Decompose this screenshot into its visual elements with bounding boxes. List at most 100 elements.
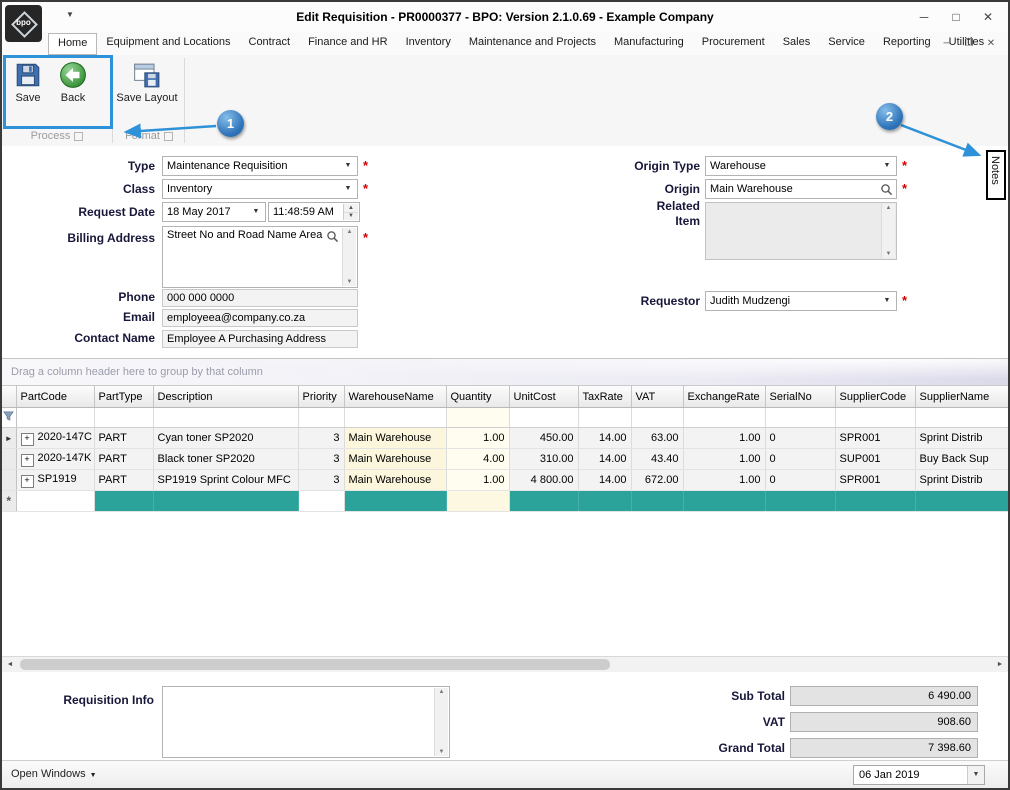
billing-address-field[interactable]: Street No and Road Name Area ▲ ▼ <box>162 226 358 288</box>
cell-priority[interactable]: 3 <box>298 449 344 470</box>
tab-finance-and-hr[interactable]: Finance and HR <box>299 32 397 55</box>
cell-description[interactable] <box>153 491 298 512</box>
tab-service[interactable]: Service <box>819 32 874 55</box>
filter-cell[interactable] <box>509 408 578 428</box>
column-header-quantity[interactable]: Quantity <box>446 386 509 408</box>
cell-warehousename[interactable]: Main Warehouse <box>344 470 446 491</box>
scroll-down-icon[interactable]: ▼ <box>435 749 448 755</box>
cell-quantity[interactable]: 1.00 <box>446 428 509 449</box>
cell-description[interactable]: Black toner SP2020 <box>153 449 298 470</box>
cell-suppliername[interactable]: Sprint Distrib <box>915 470 1008 491</box>
cell-vat[interactable]: 672.00 <box>631 470 683 491</box>
chevron-down-icon[interactable]: ▼ <box>880 157 894 175</box>
expand-icon[interactable]: + <box>21 475 34 488</box>
scroll-left-icon[interactable]: ◄ <box>2 657 18 672</box>
spin-down-icon[interactable]: ▼ <box>344 212 358 220</box>
filter-cell[interactable] <box>344 408 446 428</box>
tab-home[interactable]: Home <box>48 33 97 55</box>
table-row[interactable]: +2020-147K PART Black toner SP2020 3 Mai… <box>2 449 1008 470</box>
column-header-vat[interactable]: VAT <box>631 386 683 408</box>
cell-vat[interactable]: 63.00 <box>631 428 683 449</box>
mdi-restore-button[interactable]: ❐ <box>958 32 980 55</box>
time-spin-buttons[interactable]: ▲ ▼ <box>343 204 358 220</box>
cell-partcode[interactable]: +SP1919 <box>16 470 94 491</box>
contact-name-field[interactable]: Employee A Purchasing Address <box>162 330 358 348</box>
request-time-spinner[interactable]: 11:48:59 AM ▲ ▼ <box>268 202 360 222</box>
tab-maintenance-and-projects[interactable]: Maintenance and Projects <box>460 32 605 55</box>
origin-lookup-field[interactable]: Main Warehouse <box>705 179 897 199</box>
cell-priority[interactable]: 3 <box>298 470 344 491</box>
cell-warehousename[interactable]: Main Warehouse <box>344 428 446 449</box>
cell-taxrate[interactable]: 14.00 <box>578 470 631 491</box>
class-dropdown[interactable]: Inventory ▼ <box>162 179 358 199</box>
cell-exchangerate[interactable] <box>683 491 765 512</box>
save-layout-button[interactable]: Save Layout <box>116 59 178 104</box>
scroll-up-icon[interactable]: ▲ <box>435 689 448 695</box>
cell-parttype[interactable] <box>94 491 153 512</box>
cell-unitcost[interactable]: 4 800.00 <box>509 470 578 491</box>
cell-partcode[interactable]: +2020-147K <box>16 449 94 470</box>
cell-quantity[interactable]: 1.00 <box>446 470 509 491</box>
cell-suppliername[interactable]: Sprint Distrib <box>915 428 1008 449</box>
cell-serialno[interactable]: 0 <box>765 449 835 470</box>
filter-cell[interactable] <box>16 408 94 428</box>
scroll-up-icon[interactable]: ▲ <box>343 229 356 235</box>
cell-vat[interactable] <box>631 491 683 512</box>
scroll-down-icon[interactable]: ▼ <box>882 251 895 257</box>
column-header-serialno[interactable]: SerialNo <box>765 386 835 408</box>
tab-contract[interactable]: Contract <box>240 32 300 55</box>
tab-inventory[interactable]: Inventory <box>397 32 460 55</box>
cell-taxrate[interactable]: 14.00 <box>578 428 631 449</box>
back-button[interactable]: Back <box>52 59 94 104</box>
cell-warehousename[interactable]: Main Warehouse <box>344 449 446 470</box>
filter-cell[interactable] <box>835 408 915 428</box>
filter-cell[interactable] <box>631 408 683 428</box>
filter-cell[interactable] <box>683 408 765 428</box>
tab-sales[interactable]: Sales <box>774 32 820 55</box>
cell-priority[interactable] <box>298 491 344 512</box>
requisition-info-field[interactable]: ▲ ▼ <box>162 686 450 758</box>
cell-unitcost[interactable] <box>509 491 578 512</box>
close-button[interactable]: ✕ <box>972 2 1004 32</box>
dialog-launcher-icon[interactable] <box>74 132 83 141</box>
cell-exchangerate[interactable]: 1.00 <box>683 428 765 449</box>
expand-icon[interactable]: + <box>21 433 34 446</box>
chevron-down-icon[interactable]: ▼ <box>249 203 263 221</box>
cell-description[interactable]: Cyan toner SP2020 <box>153 428 298 449</box>
column-header-taxrate[interactable]: TaxRate <box>578 386 631 408</box>
filter-cell[interactable] <box>298 408 344 428</box>
cell-suppliername[interactable] <box>915 491 1008 512</box>
cell-parttype[interactable]: PART <box>94 470 153 491</box>
column-header-exchangerate[interactable]: ExchangeRate <box>683 386 765 408</box>
chevron-down-icon[interactable]: ▼ <box>880 292 894 310</box>
cell-parttype[interactable]: PART <box>94 428 153 449</box>
filter-cell[interactable] <box>153 408 298 428</box>
table-row[interactable]: ► +2020-147C PART Cyan toner SP2020 3 Ma… <box>2 428 1008 449</box>
status-date-picker[interactable]: 06 Jan 2019 ▼ <box>853 765 985 785</box>
open-windows-button[interactable]: Open Windows▼ <box>11 761 97 789</box>
maximize-button[interactable]: □ <box>940 2 972 32</box>
chevron-down-icon[interactable]: ▼ <box>341 157 355 175</box>
horizontal-scrollbar[interactable]: ◄ ► <box>2 656 1008 673</box>
email-field[interactable]: employeea@company.co.za <box>162 309 358 327</box>
scrollbar-thumb[interactable] <box>20 659 610 670</box>
cell-unitcost[interactable]: 310.00 <box>509 449 578 470</box>
column-header-parttype[interactable]: PartType <box>94 386 153 408</box>
group-by-panel[interactable]: Drag a column header here to group by th… <box>2 359 1008 386</box>
cell-serialno[interactable]: 0 <box>765 428 835 449</box>
cell-partcode[interactable]: +2020-147C <box>16 428 94 449</box>
cell-exchangerate[interactable]: 1.00 <box>683 470 765 491</box>
notes-side-tab[interactable]: Notes <box>986 150 1006 200</box>
expand-icon[interactable]: + <box>21 454 34 467</box>
field-scrollbar[interactable]: ▲ ▼ <box>434 688 448 756</box>
filter-cell[interactable] <box>578 408 631 428</box>
cell-taxrate[interactable]: 14.00 <box>578 449 631 470</box>
field-scrollbar[interactable]: ▲ ▼ <box>342 228 356 286</box>
type-dropdown[interactable]: Maintenance Requisition ▼ <box>162 156 358 176</box>
cell-suppliercode[interactable]: SPR001 <box>835 470 915 491</box>
column-header-unitcost[interactable]: UnitCost <box>509 386 578 408</box>
cell-unitcost[interactable]: 450.00 <box>509 428 578 449</box>
scroll-right-icon[interactable]: ► <box>992 657 1008 672</box>
column-header-description[interactable]: Description <box>153 386 298 408</box>
field-scrollbar[interactable]: ▲ ▼ <box>881 204 895 258</box>
